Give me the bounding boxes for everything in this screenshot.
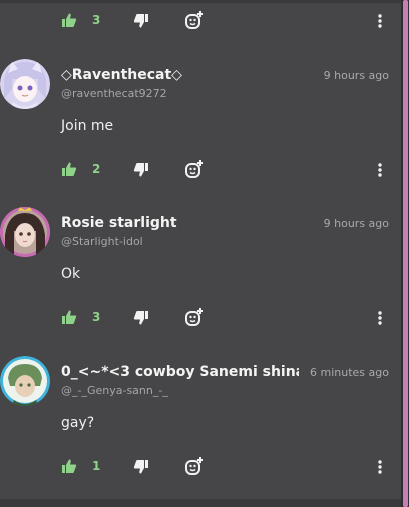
comment-text: Join me [61,118,114,134]
thumbs-down-icon[interactable] [133,162,149,178]
like-count: 1 [92,459,101,473]
reply-icon[interactable] [184,10,204,30]
more-vertical-icon[interactable] [374,13,386,29]
avatar[interactable] [0,207,50,257]
comments-panel: 3 ◇Raventhecat◇ 9 hours ago @raventhecat… [0,0,401,507]
comment-timestamp[interactable]: 6 minutes ago [304,366,389,379]
comment-handle[interactable]: @raventhecat9272 [61,87,167,100]
comment-author[interactable]: ◇Raventhecat◇ [61,67,182,83]
reply-icon[interactable] [184,307,204,327]
comment-author[interactable]: Rosie starlight [61,215,177,231]
comment-timestamp[interactable]: 9 hours ago [317,217,389,230]
more-vertical-icon[interactable] [374,162,386,178]
avatar[interactable] [0,59,50,109]
more-vertical-icon[interactable] [374,459,386,475]
thumbs-up-icon[interactable] [61,12,77,28]
thumbs-up-icon[interactable] [61,161,77,177]
comment-text: Ok [61,266,81,282]
comment-timestamp[interactable]: 9 hours ago [317,69,389,82]
like-count: 2 [92,162,101,176]
thumbs-up-icon[interactable] [61,309,77,325]
avatar[interactable] [0,356,50,406]
top-divider [0,0,401,3]
thumbs-up-icon[interactable] [61,458,77,474]
comment-handle[interactable]: @Starlight-idol [61,235,143,248]
comment-handle[interactable]: @_-_Genya-sann_-_ [61,384,168,397]
comment-item: ◇Raventhecat◇ 9 hours ago @raventhecat92… [0,59,401,184]
thumbs-down-icon[interactable] [133,310,149,326]
thumbs-down-icon[interactable] [133,13,149,29]
scrollbar-thumb[interactable] [403,0,408,507]
more-vertical-icon[interactable] [374,310,386,326]
comment-text: gay? [61,415,95,431]
comment-author[interactable]: 0_<~*<3 cowboy Sanemi shinazugawa [61,364,299,380]
like-count: 3 [92,13,101,27]
thumbs-down-icon[interactable] [133,459,149,475]
comment-item: Rosie starlight 9 hours ago @Starlight-i… [0,207,401,332]
bottom-divider [0,499,401,507]
scrollbar[interactable] [401,0,409,507]
reply-icon[interactable] [184,159,204,179]
reply-icon[interactable] [184,456,204,476]
like-count: 3 [92,310,101,324]
comment-item: 0_<~*<3 cowboy Sanemi shinazugawa 6 minu… [0,356,401,481]
action-bar-previous: 3 [0,5,401,35]
